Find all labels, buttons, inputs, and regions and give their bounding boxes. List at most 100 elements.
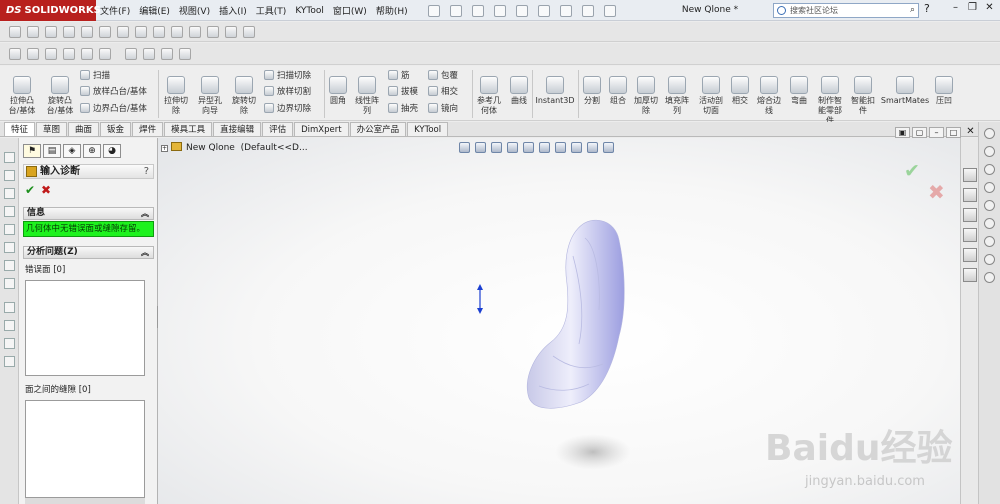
instant3d-button[interactable]: Instant3D (534, 76, 576, 106)
search-go-icon[interactable]: ⌕ (910, 4, 915, 17)
toolbar-icon[interactable] (4, 356, 15, 367)
tab-direct-editing[interactable]: 直接编辑 (213, 122, 262, 136)
rib-button[interactable]: 筋 (388, 70, 410, 82)
toolbar-icon[interactable] (207, 25, 219, 38)
panel-scrollbar[interactable] (25, 498, 145, 504)
toolbar-icon[interactable] (984, 236, 995, 247)
toolbar-icon[interactable] (179, 47, 191, 60)
loft-boss-button[interactable]: 放样凸台/基体 (80, 86, 147, 98)
boundary-cut-button[interactable]: 边界切除 (264, 103, 311, 115)
extrude-cut-button[interactable]: 拉伸切 除 (160, 76, 192, 116)
intersect-tool-button[interactable]: 相交 (728, 76, 752, 106)
toolbar-icon[interactable] (117, 25, 129, 38)
fillet-button[interactable]: 圆角 (326, 76, 350, 106)
options-icon[interactable] (604, 5, 616, 17)
viewport-tile-icon[interactable]: ▢ (912, 127, 927, 138)
toolbar-icon[interactable] (189, 25, 201, 38)
rebuild-icon[interactable] (560, 5, 572, 17)
save-icon[interactable] (472, 5, 484, 17)
graphics-area[interactable]: + New Qlone (Default<<D... ▣ ▢ – □ ✕ ✔ ✖ (158, 127, 975, 504)
shell-button[interactable]: 抽壳 (388, 103, 418, 115)
toolbar-icon[interactable] (4, 242, 15, 253)
feature-manager-tab-icon[interactable]: ⚑ (23, 144, 41, 158)
toolbar-icon[interactable] (4, 170, 15, 181)
menu-edit[interactable]: 编辑(E) (139, 4, 170, 17)
tab-office-products[interactable]: 办公室产品 (349, 122, 407, 136)
confirmation-corner-check-icon[interactable]: ✔ (904, 160, 920, 182)
fill-pattern-button[interactable]: 填充阵 列 (662, 76, 692, 116)
menu-file[interactable]: 文件(F) (100, 4, 130, 17)
menu-view[interactable]: 视图(V) (179, 4, 210, 17)
toolbar-icon[interactable] (99, 25, 111, 38)
view-settings-icon[interactable] (603, 142, 614, 153)
tab-mold-tools[interactable]: 模具工具 (164, 122, 213, 136)
viewport-minimize-icon[interactable]: – (929, 127, 944, 138)
toolbar-icon[interactable] (984, 218, 995, 229)
view-palette-icon[interactable] (963, 228, 977, 242)
custom-properties-icon[interactable] (963, 268, 977, 282)
toolbar-icon[interactable] (161, 47, 173, 60)
help-icon[interactable]: ? (144, 165, 149, 178)
toolbar-icon[interactable] (4, 278, 15, 289)
toolbar-icon[interactable] (984, 164, 995, 175)
new-document-icon[interactable] (428, 5, 440, 17)
tab-dimxpert[interactable]: DimXpert (294, 122, 349, 136)
print-icon[interactable] (494, 5, 506, 17)
toolbar-icon[interactable] (63, 47, 75, 60)
hole-wizard-button[interactable]: 异型孔 向导 (194, 76, 226, 116)
linear-pattern-button[interactable]: 线性阵 列 (352, 76, 382, 116)
feature-tree-flyout[interactable]: + New Qlone (Default<<D... (161, 142, 308, 153)
zoom-to-area-icon[interactable] (475, 142, 486, 153)
tab-sketch[interactable]: 草图 (36, 122, 68, 136)
flex-button[interactable]: 弯曲 (786, 76, 812, 106)
search-input[interactable]: 搜索社区论坛 ⌕ (773, 3, 919, 18)
section-view-icon[interactable] (507, 142, 518, 153)
edit-appearance-icon[interactable] (571, 142, 582, 153)
expand-icon[interactable]: + (161, 145, 168, 152)
toolbar-icon[interactable] (143, 47, 155, 60)
viewport-restore-icon[interactable]: ▣ (895, 127, 910, 138)
tab-evaluate[interactable]: 评估 (262, 122, 294, 136)
solidworks-resources-icon[interactable] (963, 168, 977, 182)
minimize-icon[interactable]: – (947, 2, 964, 13)
split-button[interactable]: 分割 (580, 76, 604, 106)
sweep-button[interactable]: 扫描 (80, 70, 110, 82)
undo-icon[interactable] (516, 5, 528, 17)
viewport-maximize-icon[interactable]: □ (946, 127, 961, 138)
toolbar-icon[interactable] (984, 272, 995, 283)
smart-fasteners-button[interactable]: 智能扣 件 (848, 76, 878, 116)
faulty-faces-list[interactable] (25, 280, 145, 376)
toolbar-icon[interactable] (984, 254, 995, 265)
file-explorer-icon[interactable] (963, 208, 977, 222)
open-icon[interactable] (450, 5, 462, 17)
appearances-icon[interactable] (963, 248, 977, 262)
combine-button[interactable]: 组合 (606, 76, 630, 106)
toolbar-icon[interactable] (4, 260, 15, 271)
view-orientation-icon[interactable] (523, 142, 534, 153)
toolbar-icon[interactable] (225, 25, 237, 38)
composite-edge-button[interactable]: 熔合边 线 (754, 76, 784, 116)
toolbar-icon[interactable] (171, 25, 183, 38)
toolbar-icon[interactable] (4, 206, 15, 217)
toolbar-icon[interactable] (4, 188, 15, 199)
revolve-boss-button[interactable]: 旋转凸 台/基体 (42, 76, 78, 116)
tab-features[interactable]: 特征 (4, 122, 36, 136)
draft-button[interactable]: 拔模 (388, 86, 418, 98)
toolbar-icon[interactable] (63, 25, 75, 38)
mirror-button[interactable]: 镜向 (428, 103, 458, 115)
tab-surfaces[interactable]: 曲面 (68, 122, 100, 136)
select-icon[interactable] (538, 5, 550, 17)
tab-kytool[interactable]: KYTool (407, 122, 449, 136)
toolbar-icon[interactable] (27, 47, 39, 60)
confirmation-corner-x-icon[interactable]: ✖ (928, 180, 945, 204)
toolbar-icon[interactable] (81, 47, 93, 60)
toolbar-icon[interactable] (4, 320, 15, 331)
hide-show-items-icon[interactable] (555, 142, 566, 153)
help-icon[interactable]: ? (924, 2, 930, 15)
previous-view-icon[interactable] (491, 142, 502, 153)
curves-button[interactable]: 曲线 (506, 76, 532, 106)
toolbar-icon[interactable] (135, 25, 147, 38)
toolbar-icon[interactable] (984, 182, 995, 193)
toolbar-icon[interactable] (4, 224, 15, 235)
gaps-list[interactable] (25, 400, 145, 498)
